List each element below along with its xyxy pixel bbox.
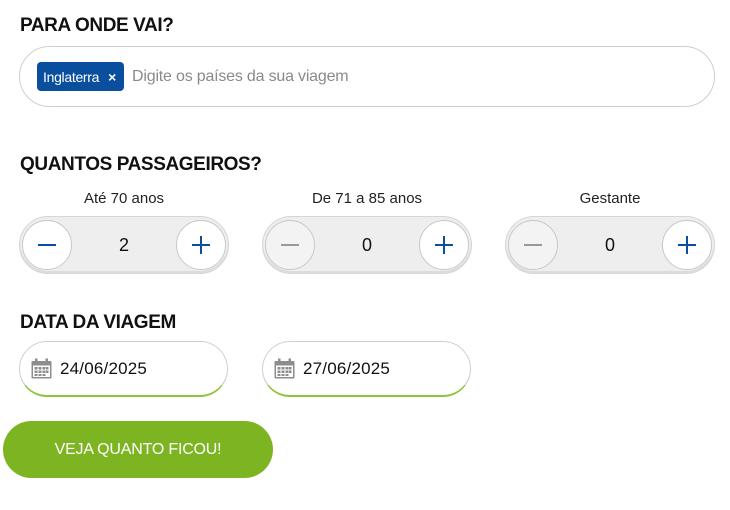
remove-chip-icon[interactable]: × — [108, 70, 116, 84]
quantity-stepper: 2 — [19, 216, 229, 274]
plus-icon-vertical — [443, 236, 445, 254]
destination-field[interactable]: Inglaterra × — [19, 46, 715, 107]
quantity-value: 0 — [361, 235, 372, 255]
quantity-value: 2 — [118, 235, 129, 255]
quantity-stepper: 0 — [262, 216, 472, 274]
quantity-value: 0 — [604, 235, 615, 255]
destination-chip-label: Inglaterra — [43, 68, 100, 85]
passenger-group-pregnant: Gestante 0 — [505, 190, 715, 274]
decrement-button[interactable] — [22, 220, 72, 270]
destination-chip: Inglaterra × — [37, 62, 125, 91]
decrement-button[interactable] — [265, 220, 315, 270]
calendar-icon — [274, 358, 295, 379]
minus-icon — [38, 244, 56, 246]
passenger-group-71-85: De 71 a 85 anos 0 — [262, 190, 472, 274]
plus-icon-vertical — [686, 236, 688, 254]
start-date-value: 24/06/2025 — [60, 358, 148, 378]
passenger-group-label: Até 70 anos — [83, 190, 165, 207]
start-date-field[interactable]: 24/06/2025 — [19, 341, 228, 397]
minus-icon — [524, 244, 542, 246]
increment-button[interactable] — [176, 220, 226, 270]
trip-dates-title: DATA DA VIAGEM — [20, 312, 176, 333]
quantity-stepper: 0 — [505, 216, 715, 274]
passengers-title: QUANTOS PASSAGEIROS? — [20, 154, 262, 175]
end-date-field[interactable]: 27/06/2025 — [262, 341, 471, 397]
see-quote-button[interactable]: VEJA QUANTO FICOU! — [3, 421, 273, 478]
passenger-group-label: De 71 a 85 anos — [311, 190, 423, 207]
destination-title: PARA ONDE VAI? — [20, 15, 174, 36]
increment-button[interactable] — [419, 220, 469, 270]
passenger-group-under-70: Até 70 anos 2 — [19, 190, 229, 274]
passenger-group-label: Gestante — [579, 190, 641, 207]
plus-icon-vertical — [200, 236, 202, 254]
destination-input[interactable] — [132, 61, 714, 92]
increment-button[interactable] — [662, 220, 712, 270]
calendar-icon — [31, 358, 52, 379]
minus-icon — [281, 244, 299, 246]
end-date-value: 27/06/2025 — [303, 358, 391, 378]
decrement-button[interactable] — [508, 220, 558, 270]
